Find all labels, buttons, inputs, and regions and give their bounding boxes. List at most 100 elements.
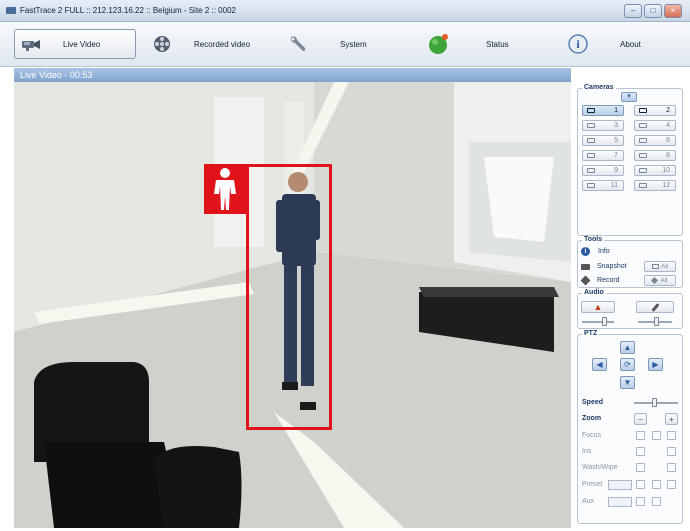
ptz-title: PTZ bbox=[582, 330, 600, 337]
camera-button-2[interactable]: 2 bbox=[634, 105, 676, 116]
window-controls: – □ × bbox=[624, 4, 682, 18]
snapshot-all-button[interactable]: All bbox=[644, 261, 676, 272]
window-titlebar: FastTrace 2 FULL :: 212.123.16.22 :: Bel… bbox=[0, 0, 690, 22]
audio-group: Audio ▲ bbox=[577, 289, 683, 329]
audio-talk-slider-thumb[interactable] bbox=[654, 317, 659, 326]
audio-title: Audio bbox=[582, 289, 606, 296]
aux-off-button[interactable] bbox=[652, 497, 661, 506]
camera-small-icon bbox=[639, 123, 647, 128]
wash-button[interactable] bbox=[636, 463, 645, 472]
camera-number-label: 5 bbox=[614, 137, 618, 144]
minimize-button[interactable]: – bbox=[624, 4, 642, 18]
ptz-speed-slider-thumb[interactable] bbox=[652, 398, 657, 407]
camera-number-label: 9 bbox=[614, 167, 618, 174]
maximize-button[interactable]: □ bbox=[644, 4, 662, 18]
wipe-button[interactable] bbox=[667, 463, 676, 472]
camera-number-label: 12 bbox=[662, 182, 670, 189]
camera-button-3[interactable]: 3 bbox=[582, 120, 624, 131]
film-reel-icon bbox=[150, 33, 174, 55]
camera-button-1[interactable]: 1 bbox=[582, 105, 624, 116]
snapshot-tool[interactable]: Snapshot bbox=[581, 261, 627, 272]
camera-button-11[interactable]: 11 bbox=[582, 180, 624, 191]
camera-small-icon bbox=[587, 183, 595, 188]
camera-button-8[interactable]: 8 bbox=[634, 150, 676, 161]
toolbar-status-label: Status bbox=[486, 39, 509, 49]
cameras-toggle-button[interactable]: ▾ bbox=[621, 92, 637, 102]
ptz-speed-label: Speed bbox=[582, 399, 604, 406]
toolbar-recorded-video-button[interactable]: Recorded video bbox=[150, 29, 270, 59]
iris-open-button[interactable] bbox=[667, 447, 676, 456]
focus-auto-button[interactable] bbox=[652, 431, 661, 440]
focus-near-button[interactable] bbox=[636, 431, 645, 440]
toolbar-live-video-button[interactable]: Live Video bbox=[14, 29, 136, 59]
camera-small-icon bbox=[639, 108, 647, 113]
cameras-title: Cameras bbox=[582, 84, 616, 91]
camera-number-label: 4 bbox=[666, 122, 670, 129]
camera-small-icon bbox=[587, 123, 595, 128]
toolbar-status-button[interactable]: Status bbox=[426, 29, 526, 59]
snapshot-all-label: All bbox=[660, 263, 669, 270]
camera-button-12[interactable]: 12 bbox=[634, 180, 676, 191]
window-title: FastTrace 2 FULL :: 212.123.16.22 :: Bel… bbox=[20, 6, 236, 15]
camera-small-icon bbox=[587, 168, 595, 173]
camera-button-4[interactable]: 4 bbox=[634, 120, 676, 131]
camera-small-icon bbox=[639, 183, 647, 188]
camera-number-label: 11 bbox=[610, 182, 618, 189]
preset-set-button[interactable] bbox=[652, 480, 661, 489]
zoom-in-button[interactable]: + bbox=[665, 413, 678, 425]
camera-button-6[interactable]: 6 bbox=[634, 135, 676, 146]
record-diamond-icon bbox=[580, 275, 591, 286]
info-tool[interactable]: i Info bbox=[581, 246, 610, 257]
zoom-out-button[interactable]: − bbox=[634, 413, 647, 425]
audio-listen-button[interactable]: ▲ bbox=[581, 301, 615, 313]
preset-clear-button[interactable] bbox=[667, 480, 676, 489]
preset-go-button[interactable] bbox=[636, 480, 645, 489]
magnifier-plus-icon: + bbox=[669, 414, 674, 424]
aux-field[interactable] bbox=[608, 497, 632, 507]
ptz-home-button[interactable]: ⟳ bbox=[620, 358, 635, 371]
focus-far-button[interactable] bbox=[667, 431, 676, 440]
toolbar-system-button[interactable]: System bbox=[286, 29, 386, 59]
toolbar-recorded-video-label: Recorded video bbox=[194, 39, 251, 49]
snapshot-camera-icon bbox=[581, 263, 590, 270]
camera-small-icon bbox=[639, 138, 647, 143]
camera-number-label: 6 bbox=[666, 137, 670, 144]
ptz-aux-label: Aux bbox=[582, 498, 595, 505]
snapshot-label: Snapshot bbox=[597, 263, 627, 270]
record-tool[interactable]: Record bbox=[580, 275, 620, 286]
record-label: Record bbox=[597, 277, 620, 284]
ptz-down-button[interactable]: ▼ bbox=[620, 376, 635, 389]
close-button[interactable]: × bbox=[664, 4, 682, 18]
live-video-feed[interactable] bbox=[14, 82, 571, 528]
ptz-preset-label: Preset bbox=[582, 481, 603, 488]
camera-number-label: 7 bbox=[614, 152, 618, 159]
audio-listen-slider-thumb[interactable] bbox=[602, 317, 607, 326]
speaker-person-icon: ▲ bbox=[593, 302, 603, 312]
ptz-washwipe-label: Wash/Wipe bbox=[582, 464, 618, 471]
info-circle-icon: i bbox=[581, 247, 590, 256]
ptz-left-button[interactable]: ◀ bbox=[592, 358, 607, 371]
toolbar-system-label: System bbox=[340, 39, 367, 49]
camera-small-icon bbox=[639, 168, 647, 173]
ptz-up-button[interactable]: ▲ bbox=[620, 341, 635, 354]
preset-field[interactable] bbox=[608, 480, 632, 490]
camera-number-label: 2 bbox=[666, 107, 670, 114]
camera-button-10[interactable]: 10 bbox=[634, 165, 676, 176]
iris-close-button[interactable] bbox=[636, 447, 645, 456]
detection-box[interactable] bbox=[246, 164, 332, 430]
ptz-right-button[interactable]: ▶ bbox=[648, 358, 663, 371]
camera-small-icon bbox=[587, 153, 595, 158]
audio-listen-slider[interactable] bbox=[582, 321, 614, 323]
camera-button-7[interactable]: 7 bbox=[582, 150, 624, 161]
camera-button-5[interactable]: 5 bbox=[582, 135, 624, 146]
cameras-group: Cameras ▾ 1 2 3 4 5 6 7 8 9 10 11 12 bbox=[577, 84, 683, 236]
audio-talk-button[interactable] bbox=[636, 301, 674, 313]
camera-small-icon bbox=[639, 153, 647, 158]
camera-number-label: 8 bbox=[666, 152, 670, 159]
toolbar-about-button[interactable]: i About bbox=[566, 29, 666, 59]
ptz-focus-label: Focus bbox=[582, 432, 602, 439]
camera-icon bbox=[19, 33, 43, 55]
record-all-button[interactable]: All bbox=[644, 275, 676, 286]
aux-on-button[interactable] bbox=[636, 497, 645, 506]
camera-button-9[interactable]: 9 bbox=[582, 165, 624, 176]
